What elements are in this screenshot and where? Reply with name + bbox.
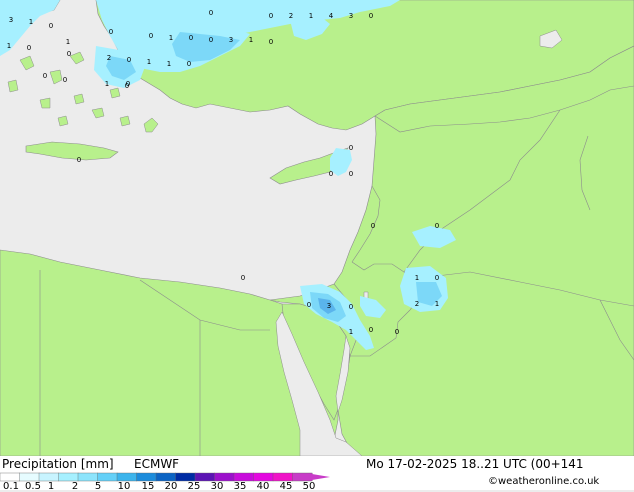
point-value: 4 <box>329 12 334 20</box>
point-value: 1 <box>309 12 313 20</box>
legend-color-cell <box>77 472 98 482</box>
point-value: 0 <box>127 56 131 64</box>
valid-datetime: Mo 17-02-2025 18..21 UTC (00+141 <box>366 457 584 471</box>
point-value: 1 <box>66 38 70 46</box>
legend-tick: 25 <box>187 481 201 492</box>
model-name: ECMWF <box>134 457 180 471</box>
point-value: 0 <box>329 170 333 178</box>
legend-color-cell <box>38 472 59 482</box>
point-value: 1 <box>349 328 353 336</box>
point-value: 0 <box>369 326 373 334</box>
point-value: 0 <box>109 28 113 36</box>
legend-arrow <box>312 474 330 480</box>
point-value: 2 <box>107 54 111 62</box>
legend-color-cell <box>253 472 274 482</box>
legend-color-cell <box>155 472 176 482</box>
point-value: 0 <box>435 222 439 230</box>
point-value: 3 <box>229 36 233 44</box>
point-value: 1 <box>167 60 171 68</box>
legend-tick: 1 <box>47 481 55 492</box>
map-title: Precipitation [mm] <box>2 457 114 471</box>
legend-tick: 45 <box>279 481 293 492</box>
point-value: 0 <box>349 170 353 178</box>
legend-tick: 0.5 <box>25 481 41 492</box>
point-value: 2 <box>415 300 419 308</box>
point-value: 1 <box>105 80 109 88</box>
point-value: 0 <box>67 50 71 58</box>
legend-color-cell <box>19 472 40 482</box>
point-value: 1 <box>7 42 11 50</box>
legend-tick: 5 <box>94 481 102 492</box>
point-value: 0 <box>126 80 130 88</box>
point-value: 0 <box>49 22 53 30</box>
copyright-credit: ©weatheronline.co.uk <box>488 476 600 487</box>
point-value: 0 <box>43 72 47 80</box>
legend-color-cell <box>214 472 235 482</box>
point-value: 0 <box>209 9 213 17</box>
legend-tick: 20 <box>164 481 178 492</box>
point-value: 0 <box>435 274 439 282</box>
point-value: 0 <box>349 303 353 311</box>
point-value: 1 <box>29 18 33 26</box>
legend-tick: 10 <box>117 481 131 492</box>
point-value: 0 <box>187 60 191 68</box>
point-value: 3 <box>327 302 331 310</box>
legend-tick: 15 <box>141 481 155 492</box>
point-value: 0 <box>269 38 273 46</box>
point-value: 0 <box>349 144 353 152</box>
point-value: 0 <box>27 44 31 52</box>
legend-tick: 30 <box>210 481 224 492</box>
point-value: 0 <box>189 34 193 42</box>
point-value: 0 <box>307 301 311 309</box>
point-value: 1 <box>249 36 253 44</box>
point-value: 1 <box>415 274 419 282</box>
point-value: 0 <box>241 274 245 282</box>
legend-color-cell <box>292 472 313 482</box>
legend-tick: 40 <box>256 481 270 492</box>
legend-color-cell <box>194 472 215 482</box>
legend-color-cell <box>175 472 196 482</box>
legend-tick: 0.1 <box>3 481 19 492</box>
legend-tick: 35 <box>233 481 247 492</box>
point-value: 0 <box>63 76 67 84</box>
legend-tick: 50 <box>302 481 316 492</box>
legend-color-cell <box>272 472 293 482</box>
legend-color-cell <box>97 472 118 482</box>
point-value: 0 <box>371 222 375 230</box>
point-value: 3 <box>9 16 13 24</box>
point-value: 0 <box>209 36 213 44</box>
legend-tick: 2 <box>71 481 79 492</box>
legend-color-cell <box>136 472 157 482</box>
point-value: 0 <box>269 12 273 20</box>
point-value: 3 <box>349 12 353 20</box>
precipitation-map: 3 1 0 1 0 0 0 0 1 0 2 0 1 1 0 0 1 0 0 1 … <box>0 0 634 456</box>
point-value: 0 <box>149 32 153 40</box>
point-value: 1 <box>147 58 151 66</box>
legend-color-cell <box>0 472 20 482</box>
point-value: 2 <box>289 12 293 20</box>
legend-color-cell <box>116 472 137 482</box>
legend-color-cell <box>233 472 254 482</box>
point-value: 0 <box>395 328 399 336</box>
point-value: 1 <box>169 34 173 42</box>
point-value: 1 <box>435 300 439 308</box>
point-value: 0 <box>77 156 81 164</box>
point-value: 0 <box>369 12 373 20</box>
legend-color-cell <box>58 472 79 482</box>
